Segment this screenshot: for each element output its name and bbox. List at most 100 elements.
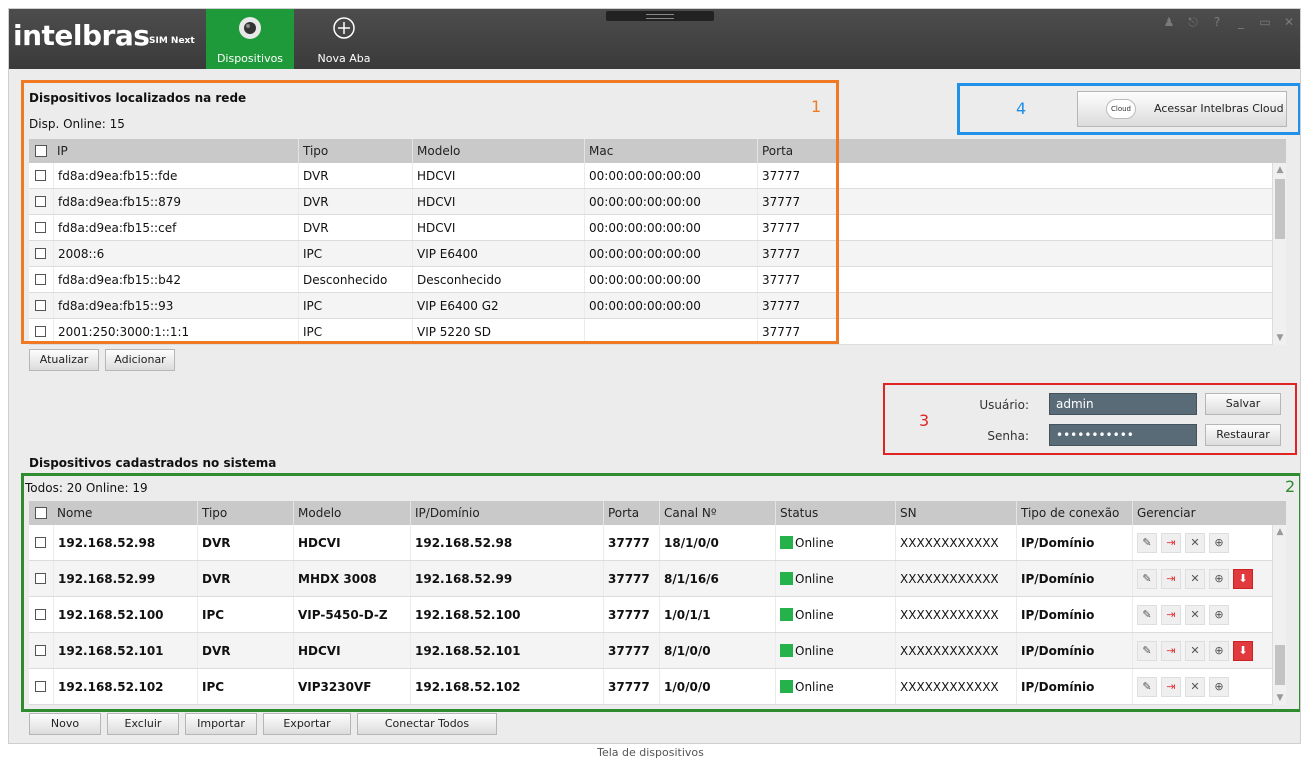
export-button[interactable]: Exportar [263,713,351,735]
col-canal[interactable]: Canal Nº [659,501,775,525]
tab-nova-aba[interactable]: Nova Aba [300,9,388,69]
checkbox[interactable] [35,248,46,259]
logout-icon[interactable]: ⇥ [1161,568,1181,589]
delete-icon[interactable]: ✕ [1185,568,1205,589]
row-checkbox[interactable] [29,189,53,214]
intelbras-cloud-button[interactable]: Cloud Acessar Intelbras Cloud [1077,91,1287,127]
table-row[interactable]: 192.168.52.98 DVR HDCVI 192.168.52.98 37777 1… [29,525,1286,561]
download-update-icon[interactable]: ⬇ [1233,568,1253,589]
delete-icon[interactable]: ✕ [1185,640,1205,661]
edit-icon[interactable]: ✎ [1137,604,1157,625]
delete-icon[interactable]: ✕ [1185,604,1205,625]
scroll-thumb[interactable] [1275,179,1285,239]
globe-icon[interactable]: ⊕ [1209,640,1229,661]
found-scrollbar[interactable]: ▲ ▼ [1272,163,1286,345]
row-checkbox[interactable] [29,561,53,596]
checkbox[interactable] [35,645,46,656]
table-row[interactable]: 192.168.52.99 DVR MHDX 3008 192.168.52.99 37… [29,561,1286,597]
refresh-button[interactable]: Atualizar [29,349,99,371]
row-checkbox[interactable] [29,319,53,344]
drag-handle[interactable] [606,11,714,21]
col-mac[interactable]: Mac [584,139,757,163]
checkbox[interactable] [35,300,46,311]
col-ip-dominio[interactable]: IP/Domínio [410,501,603,525]
globe-icon[interactable]: ⊕ [1209,568,1229,589]
lock-icon[interactable]: ⎋ [1186,15,1200,30]
col-nome[interactable]: Nome [53,501,197,525]
table-row[interactable]: fd8a:d9ea:fb15::879 DVR HDCVI 00:00:00:00:0… [29,189,1286,215]
tab-dispositivos[interactable]: Dispositivos [206,9,294,69]
scroll-thumb[interactable] [1275,645,1285,685]
restore-button[interactable]: Restaurar [1205,424,1281,446]
edit-icon[interactable]: ✎ [1137,676,1157,697]
col-tipo[interactable]: Tipo [298,139,412,163]
row-checkbox[interactable] [29,241,53,266]
checkbox[interactable] [35,170,46,181]
row-checkbox[interactable] [29,293,53,318]
table-row[interactable]: fd8a:d9ea:fb15::93 IPC VIP E6400 G2 00:00:0… [29,293,1286,319]
new-button[interactable]: Novo [29,713,101,735]
col-tipo-conexao[interactable]: Tipo de conexão [1016,501,1132,525]
col-status[interactable]: Status [775,501,895,525]
scroll-down-icon[interactable]: ▼ [1273,691,1286,705]
checkbox[interactable] [35,681,46,692]
edit-icon[interactable]: ✎ [1137,532,1157,553]
col-porta[interactable]: Porta [603,501,659,525]
user-input[interactable] [1049,393,1197,415]
globe-icon[interactable]: ⊕ [1209,604,1229,625]
checkbox[interactable] [35,326,46,337]
table-row[interactable]: fd8a:d9ea:fb15::fde DVR HDCVI 00:00:00:00:0… [29,163,1286,189]
checkbox[interactable] [35,196,46,207]
logout-icon[interactable]: ⇥ [1161,676,1181,697]
col-tipo[interactable]: Tipo [197,501,293,525]
registered-scrollbar[interactable]: ▲ ▼ [1272,525,1286,705]
download-update-icon[interactable]: ⬇ [1233,640,1253,661]
delete-button[interactable]: Excluir [107,713,179,735]
row-checkbox[interactable] [29,597,53,632]
checkbox[interactable] [35,573,46,584]
table-row[interactable]: 192.168.52.102 IPC VIP3230VF 192.168.52.102… [29,669,1286,705]
table-row[interactable]: 2008::6 IPC VIP E6400 00:00:00:00:00:00 3777… [29,241,1286,267]
maximize-icon[interactable]: ▭ [1258,15,1272,30]
checkbox[interactable] [35,537,46,548]
select-all-registered-checkbox[interactable] [35,507,47,519]
table-row[interactable]: 192.168.52.101 DVR HDCVI 192.168.52.101 3777… [29,633,1286,669]
connect-all-button[interactable]: Conectar Todos [357,713,497,735]
table-row[interactable]: fd8a:d9ea:fb15::cef DVR HDCVI 00:00:00:00:0… [29,215,1286,241]
scroll-up-icon[interactable]: ▲ [1273,163,1286,177]
checkbox[interactable] [35,274,46,285]
col-modelo[interactable]: Modelo [293,501,410,525]
user-icon[interactable]: ♟ [1162,15,1176,30]
col-gerenciar[interactable]: Gerenciar [1132,501,1286,525]
col-ip[interactable]: IP [53,139,298,163]
help-icon[interactable]: ? [1210,15,1224,30]
row-checkbox[interactable] [29,669,53,704]
close-icon[interactable]: ✕ [1282,15,1296,30]
edit-icon[interactable]: ✎ [1137,640,1157,661]
row-checkbox[interactable] [29,525,53,560]
minimize-icon[interactable]: _ [1234,15,1248,30]
delete-icon[interactable]: ✕ [1185,532,1205,553]
globe-icon[interactable]: ⊕ [1209,676,1229,697]
table-row[interactable]: 2001:250:3000:1::1:1 IPC VIP 5220 SD 37777 [29,319,1286,345]
import-button[interactable]: Importar [185,713,257,735]
save-button[interactable]: Salvar [1205,393,1281,415]
globe-icon[interactable]: ⊕ [1209,532,1229,553]
col-porta[interactable]: Porta [757,139,1286,163]
row-checkbox[interactable] [29,267,53,292]
row-checkbox[interactable] [29,215,53,240]
col-sn[interactable]: SN [895,501,1016,525]
delete-icon[interactable]: ✕ [1185,676,1205,697]
scroll-up-icon[interactable]: ▲ [1273,525,1286,539]
password-input[interactable] [1049,424,1197,446]
row-checkbox[interactable] [29,163,53,188]
edit-icon[interactable]: ✎ [1137,568,1157,589]
col-modelo[interactable]: Modelo [412,139,584,163]
table-row[interactable]: fd8a:d9ea:fb15::b42 Desconhecido Desconhec… [29,267,1286,293]
logout-icon[interactable]: ⇥ [1161,532,1181,553]
logout-icon[interactable]: ⇥ [1161,604,1181,625]
checkbox[interactable] [35,222,46,233]
row-checkbox[interactable] [29,633,53,668]
select-all-checkbox[interactable] [35,145,47,157]
add-button[interactable]: Adicionar [105,349,175,371]
